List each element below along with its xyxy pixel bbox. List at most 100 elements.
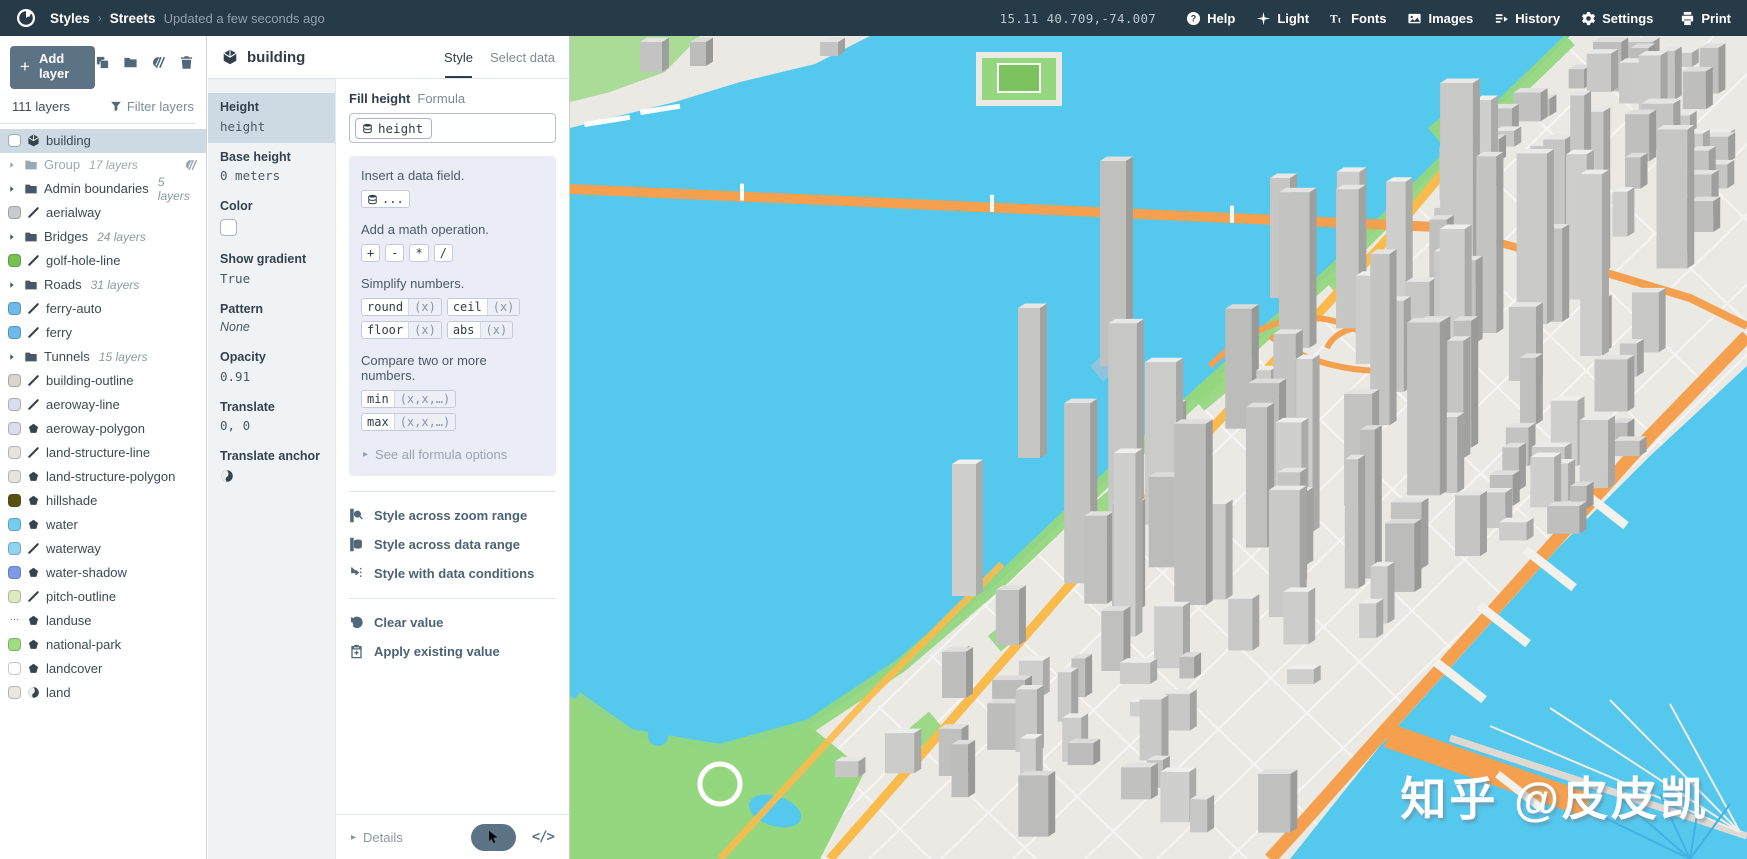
layer-item-water-shadow[interactable]: water-shadow: [0, 561, 206, 585]
prop-base-height[interactable]: Base height0 meters: [208, 143, 335, 193]
layer-tool-trash[interactable]: [179, 55, 194, 70]
style-across-data-range-button[interactable]: Style across data range: [349, 537, 556, 552]
prop-show-gradient[interactable]: Show gradientTrue: [208, 245, 335, 295]
chip--[interactable]: +: [361, 244, 380, 262]
layer-checkbox[interactable]: [8, 134, 21, 147]
clear-value-button[interactable]: Clear value: [349, 615, 556, 630]
layer-item-land-structure-polygon[interactable]: land-structure-polygon: [0, 465, 206, 489]
layer-item-aerialway[interactable]: aerialway: [0, 201, 206, 225]
layer-item-waterway[interactable]: waterway: [0, 537, 206, 561]
layer-item-tunnels[interactable]: Tunnels15 layers: [0, 345, 206, 369]
layer-swatch: [8, 398, 21, 411]
prop-height[interactable]: Heightheight: [208, 93, 335, 143]
chip--[interactable]: ...: [361, 190, 410, 208]
chip--[interactable]: *: [409, 244, 428, 262]
layer-item-admin-boundaries[interactable]: Admin boundaries5 layers: [0, 177, 206, 201]
layer-item-roads[interactable]: Roads31 layers: [0, 273, 206, 297]
layer-item-ferry[interactable]: ferry: [0, 321, 206, 345]
chip-abs[interactable]: abs (x): [447, 321, 513, 339]
layer-item-group[interactable]: Group17 layers: [0, 153, 206, 177]
prop-value: None: [220, 320, 323, 334]
layer-name: land: [46, 685, 71, 700]
topbar-light[interactable]: Light: [1256, 11, 1309, 26]
layer-item-pitch-outline[interactable]: pitch-outline: [0, 585, 206, 609]
prop-label: Pattern: [220, 302, 323, 318]
topbar-help[interactable]: ?Help: [1186, 11, 1235, 26]
tab-style[interactable]: Style: [444, 36, 473, 78]
chip-name-text: /: [440, 246, 447, 260]
layer-item-national-park[interactable]: national-park: [0, 633, 206, 657]
layer-item-land[interactable]: land: [0, 681, 206, 705]
topbar-fonts[interactable]: TtFonts: [1330, 11, 1386, 26]
code-view-button[interactable]: </>: [532, 829, 554, 845]
line-icon: [27, 302, 40, 315]
layer-item-building[interactable]: building: [0, 129, 206, 153]
prop-color[interactable]: Color: [208, 192, 335, 245]
globe-icon: [27, 686, 40, 699]
chip--[interactable]: -: [385, 244, 404, 262]
layer-item-aeroway-line[interactable]: aeroway-line: [0, 393, 206, 417]
layer-item-bridges[interactable]: Bridges24 layers: [0, 225, 206, 249]
apply-existing-value-button[interactable]: Apply existing value: [349, 644, 556, 659]
select-mode-button[interactable]: [471, 824, 516, 851]
prop-value: 0 meters: [220, 168, 323, 183]
layer-item-ferry-auto[interactable]: ferry-auto: [0, 297, 206, 321]
layer-item-landuse[interactable]: …landuse: [0, 609, 206, 633]
topbar-settings[interactable]: Settings: [1581, 11, 1653, 26]
mapbox-logo-icon[interactable]: [16, 8, 36, 28]
chip-name-text: floor: [367, 323, 403, 337]
layer-item-aeroway-polygon[interactable]: aeroway-polygon: [0, 417, 206, 441]
color-swatch[interactable]: [220, 219, 237, 236]
chip-max[interactable]: max(x,x,…): [361, 413, 456, 431]
prop-translate-anchor[interactable]: Translate anchor: [208, 442, 335, 497]
layer-item-water[interactable]: water: [0, 513, 206, 537]
chip-floor[interactable]: floor(x): [361, 321, 442, 339]
layer-item-building-outline[interactable]: building-outline: [0, 369, 206, 393]
chip-ceil[interactable]: ceil(x): [447, 298, 521, 316]
layer-item-golf-hole-line[interactable]: golf-hole-line: [0, 249, 206, 273]
chip--[interactable]: /: [434, 244, 453, 262]
filter-layers-button[interactable]: Filter layers: [110, 99, 194, 114]
formula-input[interactable]: height: [349, 113, 556, 143]
tab-select-data[interactable]: Select data: [490, 36, 555, 78]
prop-translate[interactable]: Translate0, 0: [208, 393, 335, 443]
formula-value-chip[interactable]: height: [355, 118, 432, 139]
add-layer-button[interactable]: + Add layer: [10, 46, 95, 89]
style-with-data-conditions-button[interactable]: Style with data conditions: [349, 566, 556, 581]
layer-item-land-structure-line[interactable]: land-structure-line: [0, 441, 206, 465]
chip-round[interactable]: round(x): [361, 298, 442, 316]
layer-count: 111 layers: [12, 99, 70, 114]
layer-swatch: [8, 590, 21, 603]
details-toggle[interactable]: ▸ Details: [351, 830, 403, 845]
prop-pattern[interactable]: Pattern None: [208, 295, 335, 344]
layer-item-hillshade[interactable]: hillshade: [0, 489, 206, 513]
map-canvas[interactable]: 知乎 @皮皮凯: [570, 36, 1747, 859]
topbar-print[interactable]: Print: [1680, 11, 1731, 26]
layer-name: aerialway: [46, 205, 101, 220]
help-icon: ?: [1186, 11, 1201, 26]
chip-min[interactable]: min(x,x,…): [361, 390, 456, 408]
topbar-fonts-label: Fonts: [1351, 11, 1386, 26]
svg-text:?: ?: [1191, 13, 1196, 23]
see-all-formula-options[interactable]: ▸See all formula options: [361, 445, 544, 468]
details-label: Details: [363, 830, 403, 845]
divider: [349, 598, 556, 599]
topbar-images[interactable]: Images: [1407, 11, 1473, 26]
breadcrumb-styles[interactable]: Styles: [50, 11, 90, 26]
layer-tool-duplicate[interactable]: [95, 55, 110, 70]
layer-hidden-icon: [184, 158, 198, 172]
caret-right-icon: [8, 281, 18, 289]
undo-icon: [349, 615, 364, 630]
topbar-history[interactable]: History: [1494, 11, 1560, 26]
prop-opacity[interactable]: Opacity0.91: [208, 343, 335, 393]
prop-value: 0.91: [220, 369, 323, 384]
style-across-zoom-range-button[interactable]: Style across zoom range: [349, 508, 556, 523]
line-icon: [27, 254, 40, 267]
layer-item-landcover[interactable]: landcover: [0, 657, 206, 681]
layer-tool-eyeoff[interactable]: [151, 55, 166, 70]
layer-tool-folder[interactable]: [123, 55, 138, 70]
chip-name: floor: [362, 322, 408, 338]
chip-name-text: abs: [453, 323, 475, 337]
breadcrumb-style-name[interactable]: Streets: [110, 11, 156, 26]
chip-args: (x): [480, 322, 513, 338]
